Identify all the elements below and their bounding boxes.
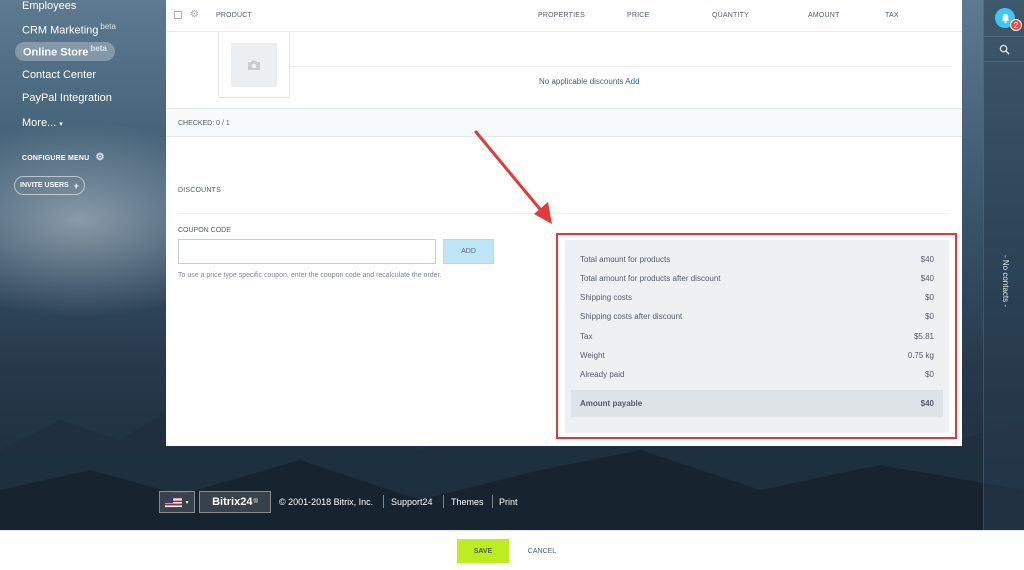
totals-row-already-paid: Already paid $0	[580, 370, 934, 379]
totals-row-total-after-discount: Total amount for products after discount…	[580, 274, 934, 283]
plus-icon: +	[73, 180, 79, 191]
divider	[290, 66, 952, 67]
column-header-amount: AMOUNT	[808, 12, 840, 19]
totals-row-label: Tax	[580, 332, 593, 341]
totals-row-label: Already paid	[580, 370, 625, 379]
footer-link-themes[interactable]: Themes	[451, 497, 484, 507]
amount-payable-value: $40	[920, 399, 934, 408]
divider	[383, 495, 384, 508]
amount-payable-label: Amount payable	[580, 399, 643, 408]
add-coupon-button[interactable]: ADD	[443, 239, 494, 264]
gear-icon[interactable]: ⚙	[190, 9, 199, 20]
divider	[443, 495, 444, 508]
sidebar-item-label: CRM Marketing	[22, 24, 99, 37]
sidebar-item-paypal-integration[interactable]: PayPal Integration	[22, 92, 112, 104]
totals-row-value: 0.75 kg	[907, 351, 934, 360]
invite-users-button[interactable]: INVITE USERS +	[14, 176, 85, 195]
divider	[492, 495, 493, 508]
sidebar-item-employees[interactable]: Employees	[22, 0, 76, 12]
configure-menu-button[interactable]: CONFIGURE MENU ⚙	[22, 152, 105, 163]
coupon-code-label: COUPON CODE	[178, 227, 231, 234]
sidebar-item-label: Online Store	[23, 46, 89, 59]
no-discounts-label: No applicable discounts	[539, 77, 624, 86]
beta-badge: beta	[90, 44, 107, 53]
discounts-title: DISCOUNTS	[178, 187, 222, 194]
totals-row-label: Shipping costs	[580, 293, 633, 302]
totals-row-value: $0	[925, 370, 934, 379]
bitrix24-logo-button[interactable]: Bitrix24 ®	[199, 491, 271, 513]
sidebar-item-label: Employees	[22, 0, 77, 12]
totals-row-value: $0	[925, 312, 934, 321]
save-button[interactable]: SAVE	[457, 539, 509, 563]
search-icon	[999, 44, 1010, 55]
copyright-text: © 2001-2018 Bitrix, Inc.	[279, 497, 374, 507]
no-discounts-text: No applicable discounts Add	[539, 77, 640, 86]
sidebar-item-label: PayPal Integration	[22, 92, 112, 104]
coupon-code-input[interactable]	[178, 239, 436, 264]
right-bar: 2 - No contacts -	[983, 0, 1024, 530]
us-flag-icon	[165, 496, 183, 508]
chevron-down-icon: ▾	[59, 121, 63, 128]
select-all-checkbox[interactable]	[174, 11, 182, 19]
search-button[interactable]	[984, 36, 1024, 62]
action-bar: SAVE CANCEL	[0, 530, 1024, 570]
totals-row-value: $40	[920, 274, 934, 283]
annotation-arrow	[474, 130, 552, 224]
totals-row-shipping-after-discount: Shipping costs after discount $0	[580, 312, 934, 321]
totals-row-label: Total amount for products after discount	[580, 274, 721, 283]
brand-label: Bitrix24	[212, 496, 253, 508]
sidebar-item-more[interactable]: More... ▾	[22, 117, 63, 129]
totals-row-weight: Weight 0.75 kg	[580, 351, 934, 360]
notification-count-badge: 2	[1010, 19, 1022, 31]
footer-link-print[interactable]: Print	[499, 497, 518, 507]
totals-row-shipping: Shipping costs $0	[580, 293, 934, 302]
totals-row-label: Total amount for products	[580, 255, 671, 264]
totals-row-value: $0	[925, 293, 934, 302]
sidebar-item-label: More...	[22, 117, 57, 129]
image-placeholder	[231, 42, 277, 87]
invite-users-label: INVITE USERS	[20, 182, 69, 189]
totals-row-value: $5.81	[913, 332, 934, 341]
sidebar-item-online-store[interactable]: Online Store beta	[15, 42, 115, 61]
column-header-properties: PROPERTIES	[538, 12, 585, 19]
coupon-hint-text: To use a price type specific coupon, ent…	[178, 272, 442, 279]
beta-badge: beta	[100, 22, 116, 31]
totals-row-tax: Tax $5.81	[580, 332, 934, 341]
configure-menu-label: CONFIGURE MENU	[22, 155, 90, 162]
totals-row-label: Weight	[580, 351, 605, 360]
column-header-price: PRICE	[627, 12, 650, 19]
order-totals-box: Total amount for products $40 Total amou…	[565, 240, 949, 433]
column-header-product: PRODUCT	[216, 12, 253, 19]
product-table-header: ⚙ PRODUCT PROPERTIES PRICE QUANTITY AMOU…	[166, 0, 962, 32]
column-header-quantity: QUANTITY	[712, 12, 749, 19]
left-sidebar: Employees CRM Marketing beta Online Store…	[0, 0, 150, 530]
camera-icon	[248, 60, 260, 70]
totals-row-total-amount: Total amount for products $40	[580, 255, 934, 264]
column-header-tax: TAX	[885, 12, 899, 19]
sidebar-item-crm-marketing[interactable]: CRM Marketing beta	[22, 22, 116, 37]
language-selector[interactable]: ▾	[159, 491, 195, 513]
brand-mark: ®	[253, 499, 258, 505]
checked-count: CHECKED: 0 / 1	[178, 120, 230, 127]
totals-row-label: Shipping costs after discount	[580, 312, 683, 321]
bell-icon	[1001, 13, 1009, 23]
cancel-button[interactable]: CANCEL	[516, 539, 568, 563]
no-contacts-label: - No contacts -	[1001, 255, 1010, 308]
footer-link-support24[interactable]: Support24	[391, 497, 433, 507]
gear-icon: ⚙	[95, 152, 105, 163]
totals-row-value: $40	[920, 255, 934, 264]
sidebar-item-contact-center[interactable]: Contact Center	[22, 69, 96, 81]
sidebar-item-label: Contact Center	[22, 69, 96, 81]
chevron-down-icon: ▾	[185, 499, 189, 506]
amount-payable-row: Amount payable $40	[571, 390, 943, 417]
product-image[interactable]	[218, 32, 290, 98]
add-discount-link[interactable]: Add	[625, 77, 639, 86]
